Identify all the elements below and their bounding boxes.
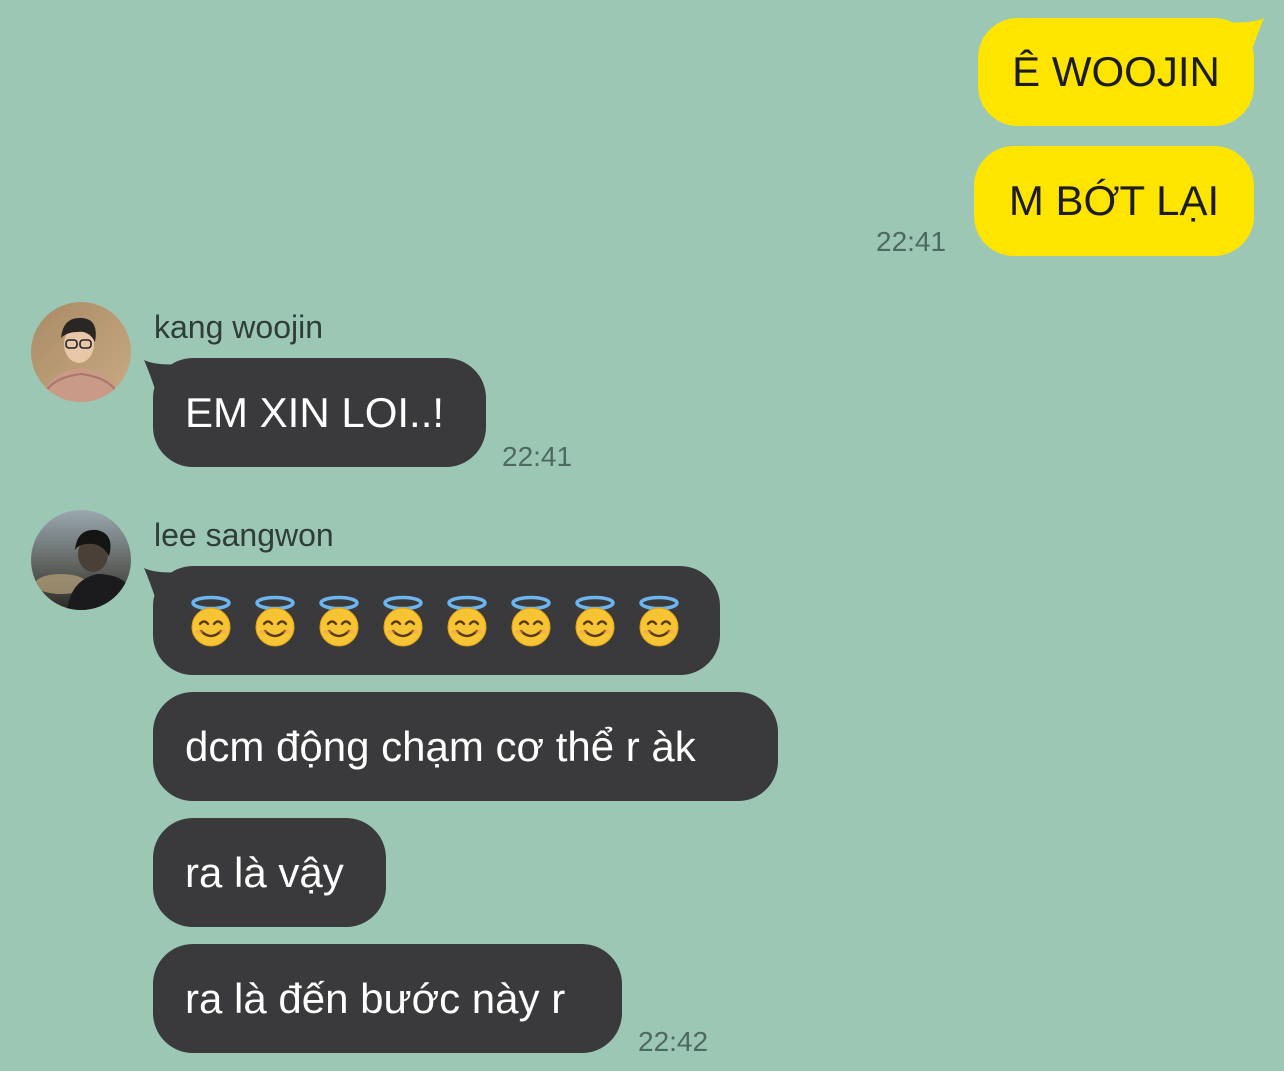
- avatar[interactable]: [31, 510, 131, 610]
- sent-message-text: Ê WOOJIN: [1012, 48, 1220, 95]
- smiling-face-with-halo-emoji-icon: [511, 595, 551, 647]
- avatar[interactable]: [31, 302, 131, 402]
- message-timestamp: 22:41: [502, 441, 573, 472]
- received-message-bubble[interactable]: ra là đến bước này r: [153, 944, 622, 1053]
- received-message-text: ra là vậy: [185, 849, 344, 896]
- received-message-text: dcm động chạm cơ thể r àk: [185, 723, 696, 770]
- received-message-text: EM XIN LOI..!: [185, 389, 445, 436]
- sent-message-bubble[interactable]: M BỚT LẠI: [974, 146, 1254, 256]
- message-timestamp: 22:41: [876, 226, 947, 257]
- sent-message-bubble[interactable]: Ê WOOJIN: [978, 18, 1254, 126]
- smiling-face-with-halo-emoji-icon: [383, 595, 423, 647]
- received-message-bubble[interactable]: EM XIN LOI..!: [153, 358, 486, 467]
- sent-bubble-tail: [1222, 18, 1264, 50]
- emoji-row: [184, 594, 686, 648]
- smiling-face-with-halo-emoji-icon: [191, 595, 231, 647]
- person-photo-avatar-icon: [31, 510, 131, 610]
- received-message-bubble[interactable]: ra là vậy: [153, 818, 386, 927]
- smiling-face-with-halo-emoji-icon: [639, 595, 679, 647]
- received-message-text: ra là đến bước này r: [185, 975, 566, 1022]
- sender-name: kang woojin: [154, 309, 323, 345]
- received-message-bubble[interactable]: dcm động chạm cơ thể r àk: [153, 692, 778, 801]
- message-timestamp: 22:42: [638, 1026, 709, 1057]
- smiling-face-with-halo-emoji-icon: [575, 595, 615, 647]
- sent-message-text: M BỚT LẠI: [1008, 177, 1220, 224]
- person-photo-avatar-icon: [31, 302, 131, 402]
- smiling-face-with-halo-emoji-icon: [255, 595, 295, 647]
- smiling-face-with-halo-emoji-icon: [447, 595, 487, 647]
- sender-name: lee sangwon: [154, 517, 334, 553]
- smiling-face-with-halo-emoji-icon: [319, 595, 359, 647]
